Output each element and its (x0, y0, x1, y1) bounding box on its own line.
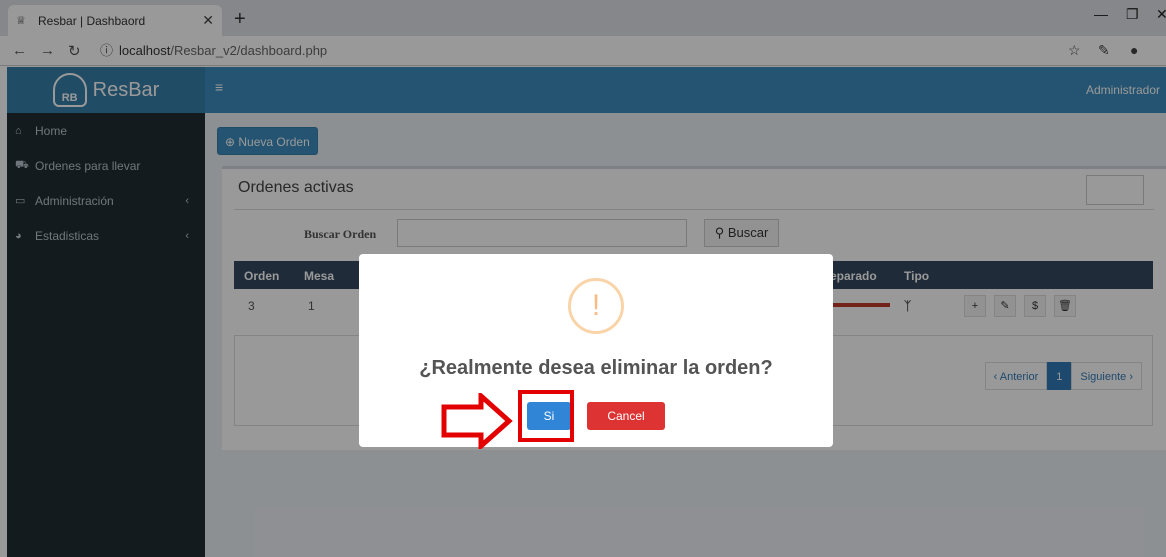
dialog-question: ¿Realmente desea eliminar la orden? (419, 357, 773, 379)
arrow-annotation-icon (441, 393, 513, 449)
confirm-dialog: ! ¿Realmente desea eliminar la orden? Si… (359, 254, 833, 447)
warning-icon: ! (568, 278, 624, 334)
cancel-button[interactable]: Cancel (587, 402, 665, 430)
highlight-box (518, 390, 574, 442)
